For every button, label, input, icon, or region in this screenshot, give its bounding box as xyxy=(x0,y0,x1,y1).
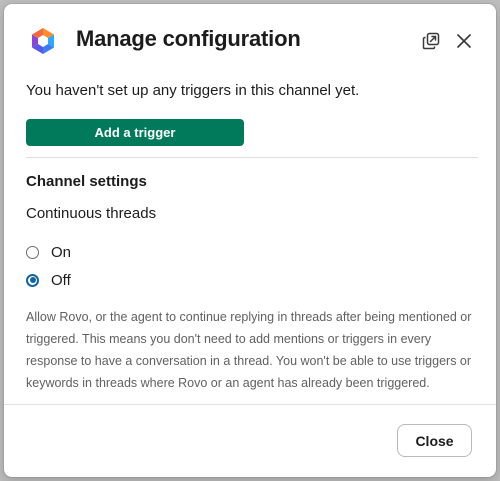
continuous-threads-label: Continuous threads xyxy=(26,205,157,222)
radio-on[interactable] xyxy=(26,245,39,259)
close-dialog-button[interactable] xyxy=(451,28,477,54)
dialog-header: Manage configuration xyxy=(4,4,496,76)
radio-off-label: Off xyxy=(51,271,71,289)
open-in-new-window-button[interactable] xyxy=(418,28,444,54)
continuous-threads-description: Allow Rovo, or the agent to continue rep… xyxy=(26,310,472,390)
add-trigger-button[interactable]: Add a trigger xyxy=(26,119,244,146)
close-icon xyxy=(457,34,471,48)
dialog-title: Manage configuration xyxy=(76,26,301,51)
manage-configuration-dialog: Manage configuration You haven't set up … xyxy=(4,4,496,477)
open-in-new-window-icon xyxy=(422,32,440,50)
close-button[interactable]: Close xyxy=(397,424,472,457)
radio-option-off[interactable]: Off xyxy=(26,270,71,290)
radio-on-label: On xyxy=(51,243,72,261)
section-divider xyxy=(26,157,478,158)
footer-divider xyxy=(4,404,496,405)
radio-off[interactable] xyxy=(26,273,39,287)
radio-option-on[interactable]: On xyxy=(26,242,71,262)
no-triggers-message: You haven't set up any triggers in this … xyxy=(26,82,360,99)
rovo-logo-icon xyxy=(32,28,54,54)
channel-settings-heading: Channel settings xyxy=(26,173,147,190)
